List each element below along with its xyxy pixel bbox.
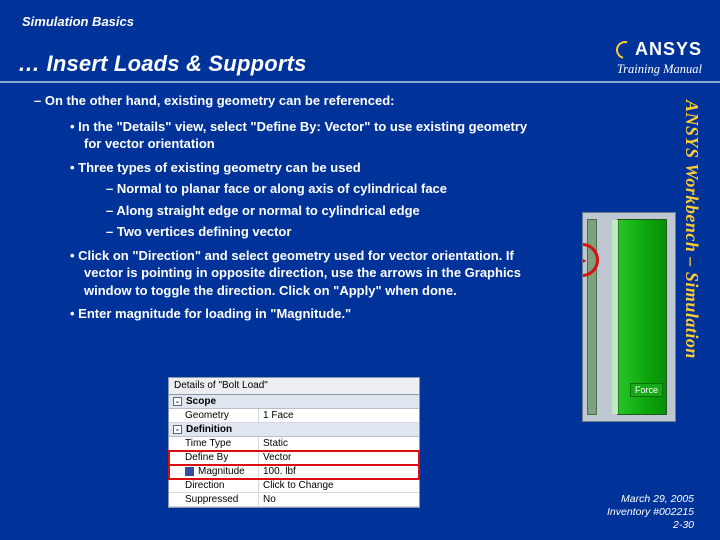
group-definition[interactable]: - Definition [169,423,419,437]
training-manual-label: Training Manual [616,62,702,77]
side-label: ANSYS Workbench – Simulation [678,100,702,430]
slide-title: … Insert Loads & Supports [18,51,307,77]
bullet-2-text: Three types of existing geometry can be … [78,160,360,175]
param-square-icon [185,467,194,476]
row-direction[interactable]: Direction Click to Change [169,479,419,493]
logo-swoosh-icon [613,37,638,62]
group-scope[interactable]: - Scope [169,395,419,409]
row-defineby-key: Define By [169,451,259,464]
footer-inventory: Inventory #002215 [607,506,694,519]
lead-bullet: On the other hand, existing geometry can… [34,92,648,110]
bullet-4: Enter magnitude for loading in "Magnitud… [70,305,540,323]
ansys-logo: ANSYS [616,39,702,60]
details-panel: Details of "Bolt Load" - Scope Geometry … [168,377,420,508]
topic-label: Simulation Basics [22,14,698,29]
row-geometry-key: Geometry [169,409,259,422]
bullet-2b: Along straight edge or normal to cylindr… [106,202,540,220]
bullet-3: Click on "Direction" and select geometry… [70,247,540,300]
row-magnitude[interactable]: Magnitude 100. lbf [169,465,419,479]
row-suppressed[interactable]: Suppressed No [169,493,419,507]
footer-date: March 29, 2005 [607,493,694,506]
footer: March 29, 2005 Inventory #002215 2-30 [607,493,694,532]
row-direction-key: Direction [169,479,259,492]
row-magnitude-key: Magnitude [169,465,259,478]
row-defineby[interactable]: Define By Vector [169,451,419,465]
bullet-2a: Normal to planar face or along axis of c… [106,180,540,198]
row-timetype-key: Time Type [169,437,259,450]
row-timetype[interactable]: Time Type Static [169,437,419,451]
group-scope-label: Scope [186,396,216,407]
details-title: Details of "Bolt Load" [169,378,419,395]
row-timetype-val[interactable]: Static [259,437,419,450]
header-right: ANSYS Training Manual [616,39,702,77]
row-defineby-val[interactable]: Vector [259,451,419,464]
row-direction-val[interactable]: Click to Change [259,479,419,492]
row-suppressed-val[interactable]: No [259,493,419,506]
logo-text: ANSYS [635,39,702,60]
force-tag: Force [630,383,663,397]
row-magnitude-key-text: Magnitude [198,466,245,477]
footer-page: 2-30 [607,519,694,532]
row-suppressed-key: Suppressed [169,493,259,506]
collapse-icon[interactable]: - [173,397,182,406]
row-geometry[interactable]: Geometry 1 Face [169,409,419,423]
collapse-icon[interactable]: - [173,425,182,434]
geometry-preview: Force ◂▸ [582,212,676,422]
direction-arrows-icon: ◂▸ [582,253,586,267]
content-body: On the other hand, existing geometry can… [34,92,648,329]
bullet-1: In the "Details" view, select "Define By… [70,118,540,153]
bullet-2: Three types of existing geometry can be … [70,159,540,241]
row-magnitude-val[interactable]: 100. lbf [259,465,419,478]
group-definition-label: Definition [186,424,232,435]
row-geometry-val[interactable]: 1 Face [259,409,419,422]
bullet-2c: Two vertices defining vector [106,223,540,241]
